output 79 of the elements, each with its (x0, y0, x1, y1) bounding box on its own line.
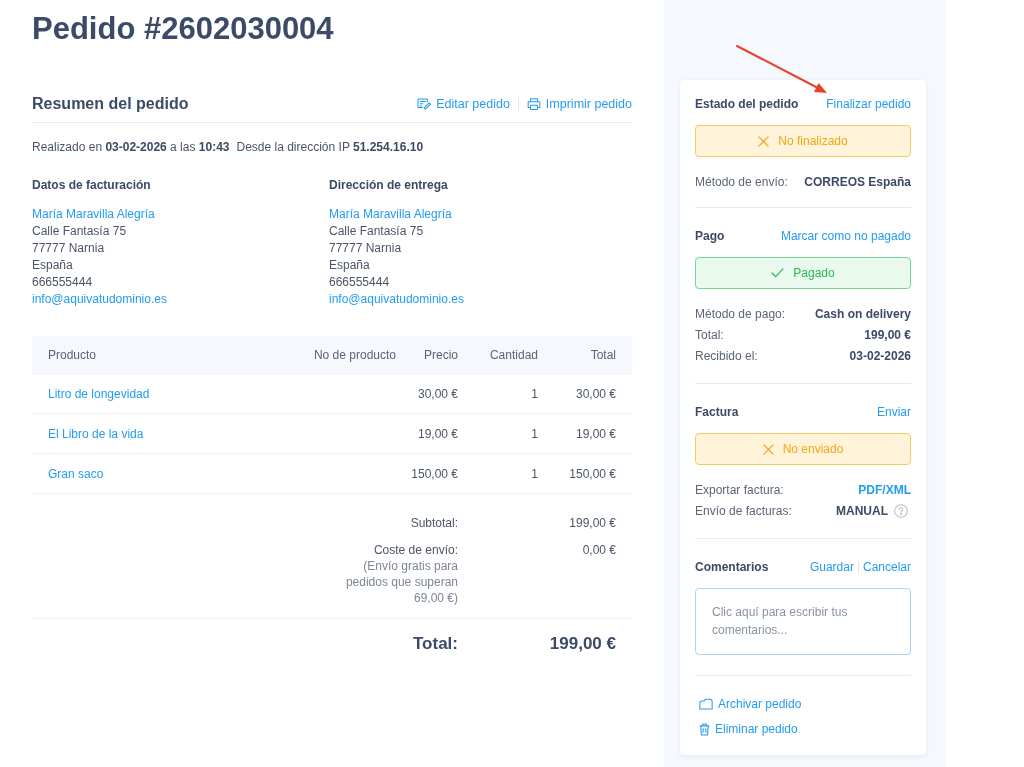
detail-value: 199,00 € (864, 327, 911, 343)
panel-section-title: Factura (695, 404, 739, 420)
price-cell: 150,00 € (411, 465, 458, 482)
action-link[interactable]: Cancelar (862, 559, 911, 575)
status-label: No finalizado (778, 133, 848, 149)
shipping-label: Coste de envío: (373, 542, 458, 558)
detail-label: Método de envío: (695, 174, 788, 190)
price-cell: 30,00 € (417, 385, 458, 402)
detail-value: 03-02-2026 (849, 348, 911, 364)
detail-label: Total: (695, 327, 724, 343)
address-line: Calle Fantasía 75 (32, 223, 127, 240)
action-link[interactable]: Enviar (877, 404, 911, 420)
address-line: 77777 Narnia (329, 240, 402, 257)
x-icon (758, 135, 770, 147)
line-total-cell: 150,00 € (569, 465, 616, 482)
export-link[interactable]: PDF/XML (858, 482, 911, 498)
address-line: España (32, 257, 73, 274)
column-header: Total (589, 346, 616, 363)
product-link[interactable]: Litro de longevidad (48, 385, 150, 402)
column-header: Producto (48, 346, 98, 363)
email-link[interactable]: info@aquivatudominio.es (32, 291, 167, 308)
address-line: 77777 Narnia (32, 240, 105, 257)
total-value: 199,00 € (549, 633, 616, 655)
line-total-cell: 30,00 € (575, 385, 616, 402)
quantity-cell: 1 (531, 465, 538, 482)
detail-label: Método de pago: (695, 306, 786, 322)
ip-address-text: Desde la dirección IP 51.254.16.10 (236, 139, 424, 155)
order-date-text: Realizado en 03-02-2026 a las 10:43 (32, 139, 230, 155)
product-link[interactable]: Gran saco (48, 465, 104, 482)
shipping-value: 0,00 € (582, 542, 616, 558)
email-link[interactable]: info@aquivatudominio.es (329, 291, 464, 308)
price-cell: 19,00 € (417, 425, 458, 442)
edit-icon (417, 98, 432, 110)
column-header: Cantidad (488, 346, 538, 363)
panel-section-title: Comentarios (695, 559, 769, 575)
edit-link[interactable]: Editar pedido (417, 96, 510, 112)
address-line: Calle Fantasía 75 (329, 223, 424, 240)
help-icon (894, 504, 908, 518)
x-icon (762, 443, 774, 455)
status-label: No enviado (782, 441, 844, 457)
panel-section-title: Estado del pedido (695, 96, 799, 112)
status-label: Pagado (793, 265, 835, 281)
comment-field[interactable]: Clic aquí para escribir tus comentarios... (695, 588, 911, 655)
customer-name-link[interactable]: María Maravilla Alegría (329, 206, 452, 223)
detail-value: CORREOS España (804, 174, 911, 190)
quantity-cell: 1 (531, 425, 538, 442)
customer-name-link[interactable]: María Maravilla Alegría (32, 206, 155, 223)
check-icon (771, 268, 785, 278)
column-header: No de producto (312, 346, 396, 363)
printer-icon (526, 98, 541, 110)
address-line: 666555444 (32, 274, 93, 291)
subtotal-value: 199,00 € (569, 515, 616, 531)
total-label: Total: (413, 633, 458, 655)
trash-icon (699, 722, 710, 736)
print-link[interactable]: Imprimir pedido (526, 96, 632, 112)
delete-link[interactable]: Eliminar pedido (695, 721, 798, 737)
section-title: Resumen del pedido (32, 94, 189, 114)
panel-section-title: Pago (695, 228, 725, 244)
address-heading: Dirección de entrega (329, 177, 448, 193)
detail-value: Cash on delivery (814, 306, 911, 322)
detail-value: MANUAL (836, 503, 888, 519)
detail-label: Envío de facturas: (695, 503, 792, 519)
line-total-cell: 19,00 € (575, 425, 616, 442)
column-header: Precio (423, 346, 458, 363)
action-link[interactable]: Marcar como no pagado (780, 228, 911, 244)
detail-label: Exportar factura: (695, 482, 784, 498)
action-link[interactable]: Finalizar pedido (826, 96, 911, 112)
detail-label: Recibido el: (695, 348, 758, 364)
quantity-cell: 1 (531, 385, 538, 402)
address-heading: Datos de facturación (32, 177, 151, 193)
shipping-note: (Envío gratis para pedidos que superan 69,00 €) (344, 558, 458, 606)
address-line: España (329, 257, 370, 274)
action-link[interactable]: Guardar (809, 559, 854, 575)
folder-icon (699, 698, 713, 710)
archive-link[interactable]: Archivar pedido (695, 696, 802, 712)
subtotal-label: Subtotal: (410, 515, 458, 531)
page-title: Pedido #2602030004 (32, 10, 335, 48)
product-link[interactable]: El Libro de la vida (48, 425, 144, 442)
address-line: 666555444 (329, 274, 390, 291)
